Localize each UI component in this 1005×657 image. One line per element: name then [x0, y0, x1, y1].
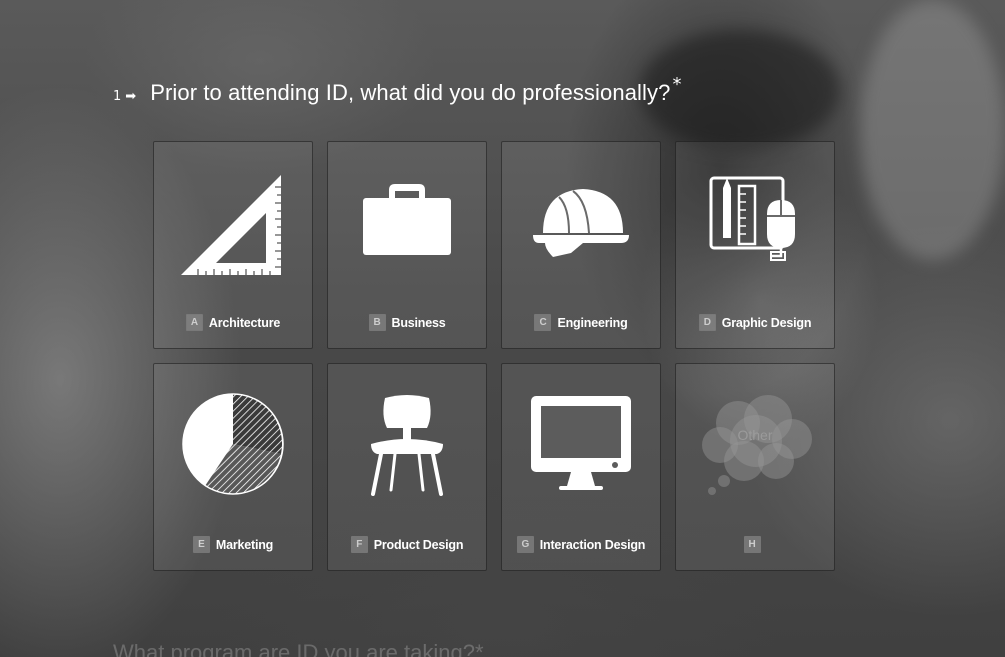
- choice-label: E Marketing: [154, 536, 312, 553]
- choice-label: B Business: [328, 314, 486, 331]
- choice-grid: A Architecture B Business C Engineering …: [153, 141, 835, 571]
- choice-other[interactable]: Other H: [675, 363, 835, 571]
- choice-key: E: [192, 536, 210, 553]
- choice-label: G Interaction Design: [502, 536, 660, 553]
- question-heading: 1 ➡ Prior to attending ID, what did you …: [113, 74, 681, 106]
- cloud-icon: [676, 384, 834, 504]
- choice-text: Architecture: [208, 315, 281, 330]
- question-text: Prior to attending ID, what did you do p…: [150, 80, 671, 105]
- choice-key: H: [743, 536, 761, 553]
- next-question-text: What program are ID you are taking?*: [113, 640, 484, 657]
- choice-marketing[interactable]: E Marketing: [153, 363, 313, 571]
- choice-text: Graphic Design: [721, 315, 812, 330]
- choice-graphic-design[interactable]: D Graphic Design: [675, 141, 835, 349]
- background-blur: [860, 0, 1005, 260]
- set-square-icon: [154, 162, 312, 282]
- choice-text: Business: [391, 315, 446, 330]
- choice-key: G: [516, 536, 534, 553]
- choice-interaction-design[interactable]: G Interaction Design: [501, 363, 661, 571]
- choice-text: Product Design: [373, 537, 464, 552]
- choice-key: C: [534, 314, 552, 331]
- choice-key: A: [185, 314, 203, 331]
- question-number: 1: [113, 89, 122, 104]
- briefcase-icon: [328, 162, 486, 282]
- choice-label: A Architecture: [154, 314, 312, 331]
- choice-label: F Product Design: [328, 536, 486, 553]
- choice-business[interactable]: B Business: [327, 141, 487, 349]
- monitor-icon: [502, 384, 660, 504]
- choice-key: F: [350, 536, 368, 553]
- required-mark: *: [672, 74, 682, 95]
- arrow-right-icon: ➡: [125, 89, 137, 104]
- survey-page: 1 ➡ Prior to attending ID, what did you …: [0, 0, 1005, 657]
- choice-text: Interaction Design: [539, 537, 646, 552]
- choice-text: Engineering: [557, 315, 628, 330]
- choice-architecture[interactable]: A Architecture: [153, 141, 313, 349]
- choice-label: D Graphic Design: [676, 314, 834, 331]
- choice-label: H: [676, 536, 834, 553]
- pie-chart-icon: [154, 384, 312, 504]
- choice-product-design[interactable]: F Product Design: [327, 363, 487, 571]
- choice-key: B: [368, 314, 386, 331]
- hard-hat-icon: [502, 162, 660, 282]
- choice-label: C Engineering: [502, 314, 660, 331]
- choice-key: D: [698, 314, 716, 331]
- chair-icon: [328, 384, 486, 504]
- choice-text: Marketing: [215, 537, 274, 552]
- other-placeholder: Other: [737, 427, 773, 443]
- choice-engineering[interactable]: C Engineering: [501, 141, 661, 349]
- design-tools-icon: [676, 162, 834, 282]
